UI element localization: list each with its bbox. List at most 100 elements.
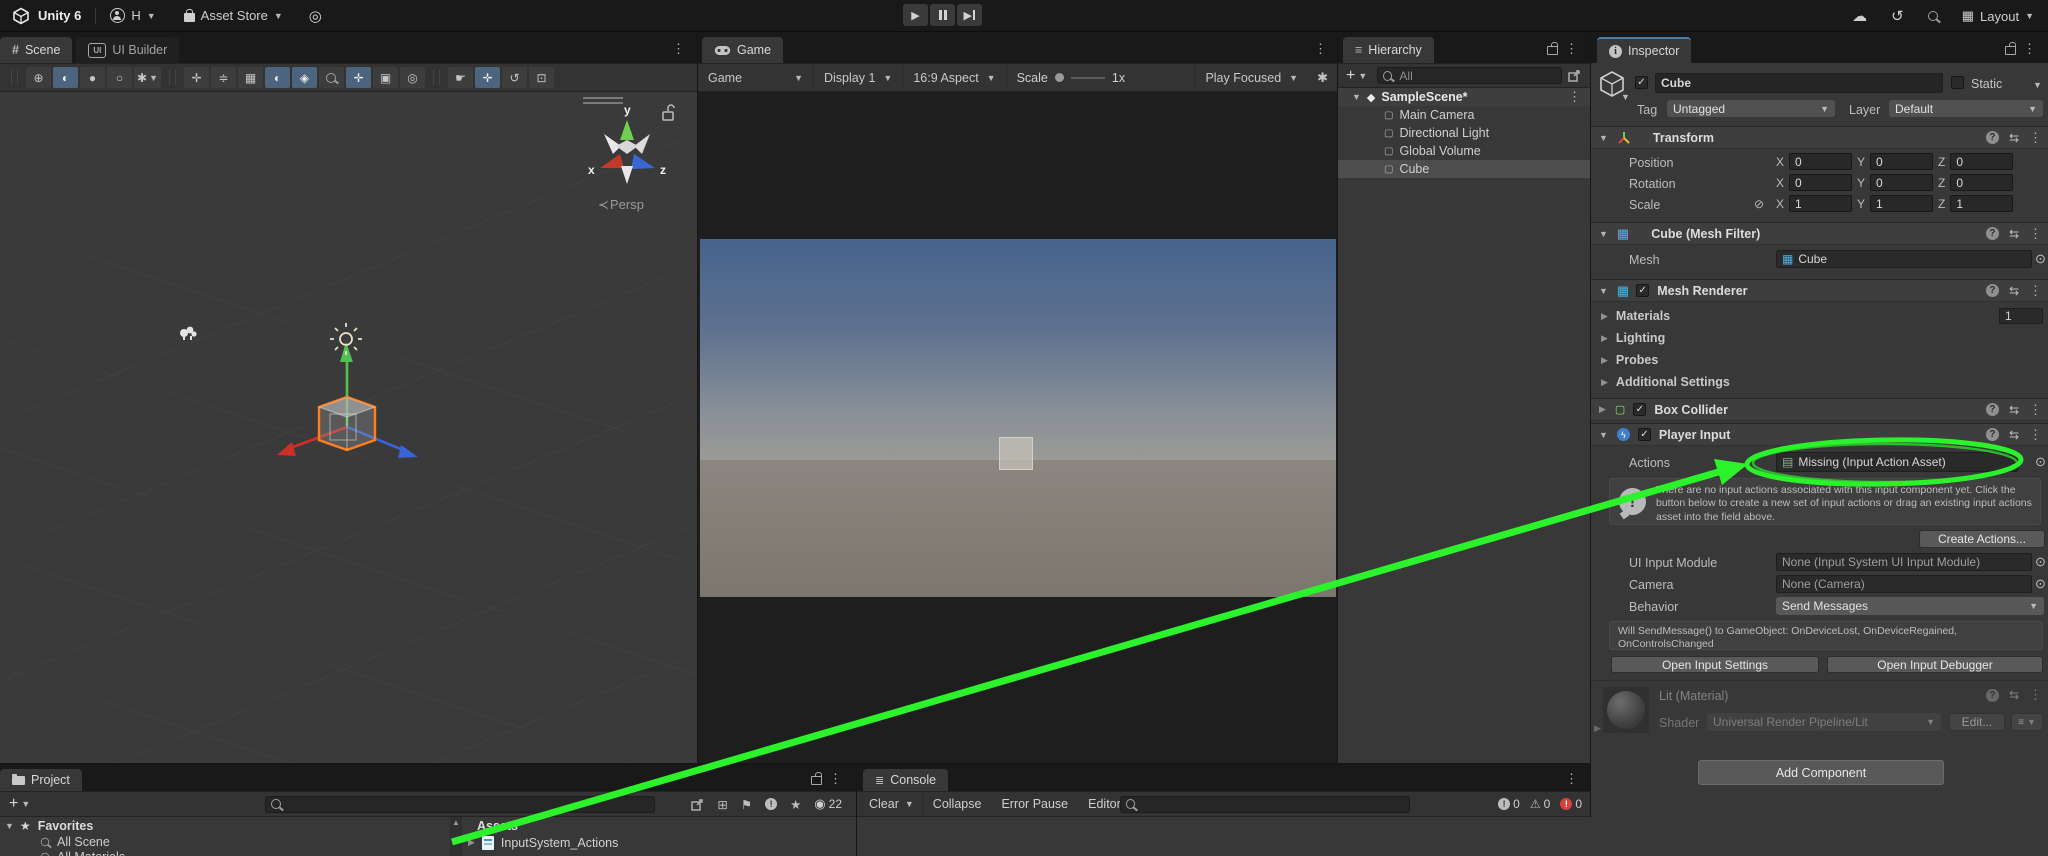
tab-game[interactable]: Game (702, 37, 783, 63)
favorites-filter-icon[interactable]: ★ (790, 797, 801, 812)
link-scale-icon[interactable]: ⊘ (1754, 197, 1764, 211)
object-picker-icon[interactable]: ⊙ (2035, 454, 2046, 470)
search-button[interactable] (1928, 11, 1938, 21)
layer-dropdown[interactable]: Default ▼ (1889, 100, 2043, 117)
scale-slider-knob[interactable] (1055, 73, 1064, 82)
picker-icon[interactable] (1568, 69, 1581, 82)
tab-inspector[interactable]: i Inspector (1597, 37, 1691, 63)
collapse-button[interactable]: Collapse (923, 797, 992, 811)
scale-x-input[interactable] (1789, 195, 1852, 212)
layout-menu[interactable]: ▦ Layout ▼ (1962, 8, 2034, 24)
rotation-z-input[interactable] (1950, 174, 2013, 191)
box-collider-checkbox[interactable]: ✓ (1633, 403, 1646, 416)
foldout-open-icon[interactable]: ▼ (1599, 286, 1608, 296)
favorite-item-all-materials[interactable]: All Materials (0, 849, 448, 856)
hierarchy-menu-icon[interactable]: ⋮ (1565, 41, 1578, 57)
lighting-foldout[interactable]: ▶ Lighting (1591, 328, 2048, 348)
scroll-up-icon[interactable]: ▲ (452, 818, 460, 827)
scene-object-icon[interactable] (180, 327, 197, 340)
tag-dropdown[interactable]: Untagged ▼ (1667, 100, 1835, 117)
add-component-button[interactable]: Add Component (1698, 760, 1944, 785)
grid-toggle-button[interactable]: ▦ (238, 67, 263, 88)
label-filter-icon[interactable]: ⚑ (741, 797, 752, 812)
scene-tab-menu-icon[interactable]: ⋮ (672, 41, 685, 57)
add-asset-button[interactable]: + ▼ (4, 795, 35, 813)
audio-toggle-button[interactable]: ● (80, 67, 105, 88)
material-list-button[interactable]: ≡ ▼ (2011, 713, 2043, 731)
gizmo-lock-icon[interactable] (663, 105, 674, 120)
rotation-x-input[interactable] (1789, 174, 1852, 191)
position-x-input[interactable] (1789, 153, 1852, 170)
static-checkbox[interactable] (1951, 76, 1964, 89)
actions-field[interactable]: ▤ Missing (Input Action Asset) (1776, 452, 2018, 472)
open-input-settings-button[interactable]: Open Input Settings (1611, 656, 1819, 673)
info-badge[interactable]: ! 0 (1498, 797, 1520, 811)
display-mode-dropdown[interactable]: Game ▼ (698, 64, 814, 91)
project-search[interactable] (265, 796, 655, 813)
object-picker-icon[interactable]: ⊙ (2035, 251, 2046, 267)
error-badge[interactable]: ! 0 (1560, 797, 1582, 811)
tab-ui-builder[interactable]: UI UI Builder (76, 37, 179, 63)
scene-viewport[interactable]: y x z ≺ Persp (0, 92, 697, 763)
hierarchy-item-cube[interactable]: ▢ Cube (1338, 160, 1591, 178)
preset-icon[interactable]: ⇆ (2009, 131, 2019, 145)
additional-settings-foldout[interactable]: ▶ Additional Settings (1591, 372, 2048, 392)
foldout-open-icon[interactable]: ▼ (1599, 133, 1608, 143)
mesh-renderer-checkbox[interactable]: ✓ (1636, 284, 1649, 297)
warning-badge[interactable]: ⚠ 0 (1530, 797, 1550, 811)
tab-console[interactable]: ≣ Console (863, 769, 948, 791)
clear-button[interactable]: Clear ▼ (861, 792, 923, 816)
transform-header[interactable]: ▼ Transform ? ⇆ ⋮ (1591, 126, 2048, 149)
game-tab-menu-icon[interactable]: ⋮ (1314, 41, 1327, 57)
camera-field[interactable]: None (Camera) (1776, 575, 2032, 593)
component-menu-icon[interactable]: ⋮ (2029, 226, 2042, 242)
asset-row-inputsystem-actions[interactable]: ▶ InputSystem_Actions (463, 834, 856, 851)
lock-icon[interactable] (811, 776, 822, 785)
lock-icon[interactable] (1547, 46, 1558, 55)
account-menu[interactable]: H ▼ (110, 8, 155, 23)
foldout-closed-icon[interactable]: ▶ (468, 837, 475, 848)
overlay-settings-button[interactable]: ≑ (211, 67, 236, 88)
project-search-input[interactable] (286, 796, 649, 812)
effects-toggle-button[interactable]: ○ (107, 67, 132, 88)
hierarchy-item-directional-light[interactable]: ▢ Directional Light (1338, 124, 1591, 142)
component-menu-icon[interactable]: ⋮ (2029, 427, 2042, 443)
overlay-handle[interactable] (583, 98, 623, 103)
picker-icon[interactable] (691, 798, 704, 811)
compass-button[interactable]: ◎ (400, 67, 425, 88)
icon-gizmo-button[interactable]: ◈ (292, 67, 317, 88)
help-icon[interactable]: ? (1986, 403, 1999, 416)
preset-icon[interactable]: ⇆ (2009, 227, 2019, 241)
project-menu-icon[interactable]: ⋮ (829, 771, 842, 787)
open-input-debugger-button[interactable]: Open Input Debugger (1827, 656, 2043, 673)
pan-tool-button[interactable]: ✛ (184, 67, 209, 88)
game-viewport[interactable] (698, 92, 1338, 763)
rect-tool-button[interactable]: ⊡ (529, 67, 554, 88)
console-menu-icon[interactable]: ⋮ (1565, 771, 1578, 787)
hand-tool-button[interactable]: ☛ (448, 67, 473, 88)
mesh-field[interactable]: ▦ Cube (1776, 250, 2032, 268)
play-button[interactable]: ▶ (903, 4, 928, 26)
shader-edit-button[interactable]: Edit... (1949, 713, 2005, 731)
mesh-renderer-header[interactable]: ▼ ▦ ✓ Mesh Renderer ? ⇆ ⋮ (1591, 279, 2048, 302)
mesh-filter-header[interactable]: ▼ ▦ Cube (Mesh Filter) ? ⇆ ⋮ (1591, 222, 2048, 245)
axis-y-label[interactable]: y (624, 103, 631, 117)
aspect-dropdown[interactable]: 16:9 Aspect ▼ (903, 64, 1006, 91)
help-icon[interactable]: ? (1986, 689, 1999, 702)
scene-cube[interactable] (319, 397, 375, 450)
icon-picker-caret[interactable]: ▼ (1621, 92, 1630, 102)
step-button[interactable]: ▶ (957, 4, 982, 26)
tab-project[interactable]: Project (0, 769, 82, 791)
rotation-y-input[interactable] (1870, 174, 1933, 191)
ui-input-module-field[interactable]: None (Input System UI Input Module) (1776, 553, 2032, 571)
foldout-open-icon[interactable]: ▼ (1599, 430, 1608, 440)
foldout-open-icon[interactable]: ▼ (5, 821, 14, 831)
component-menu-icon[interactable]: ⋮ (2029, 130, 2042, 146)
help-icon[interactable]: ? (1986, 428, 1999, 441)
foldout-open-icon[interactable]: ▼ (1599, 229, 1608, 239)
scale-y-input[interactable] (1870, 195, 1933, 212)
scale-z-input[interactable] (1950, 195, 2013, 212)
foldout-closed-icon[interactable]: ▶ (1594, 723, 1601, 734)
hierarchy-search-input[interactable] (1397, 68, 1556, 84)
active-checkbox[interactable]: ✓ (1635, 76, 1648, 89)
